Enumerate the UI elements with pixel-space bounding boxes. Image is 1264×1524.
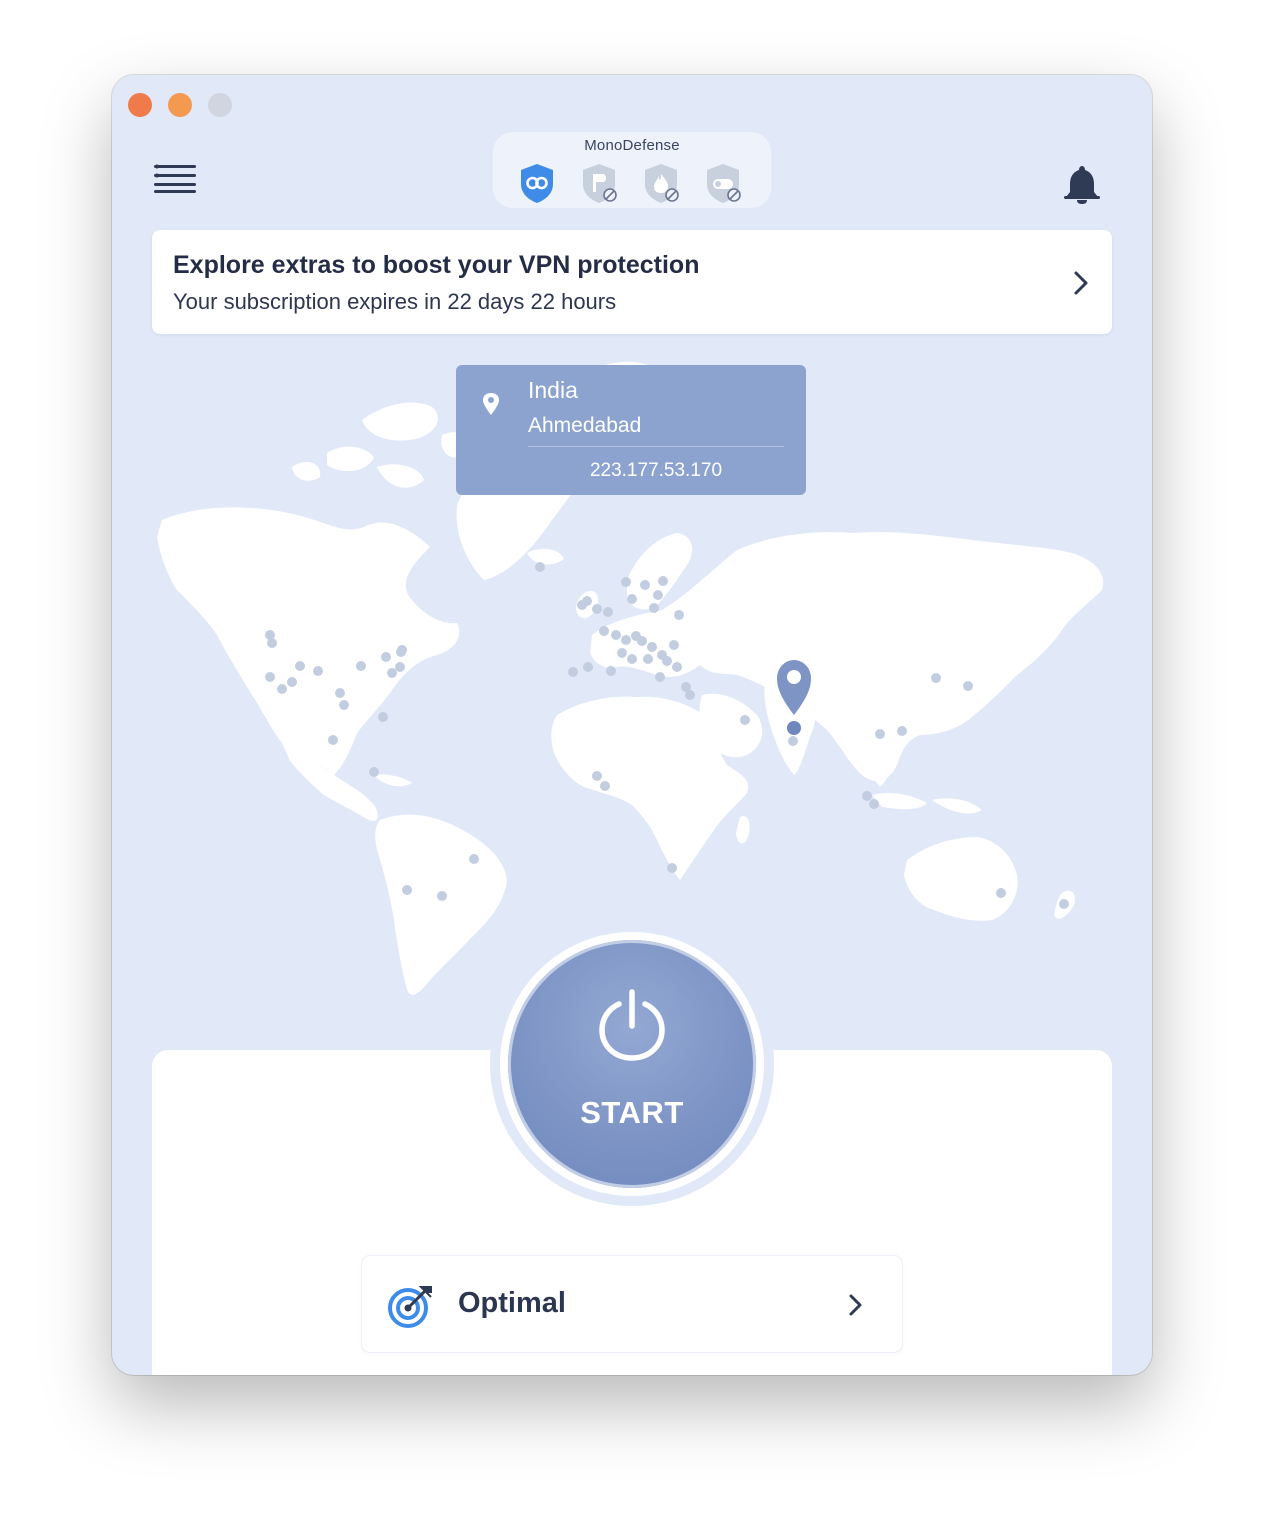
vpn-shield-icon[interactable]: [517, 162, 557, 204]
location-city: Ahmedabad: [528, 414, 642, 437]
dataspy-shield-icon[interactable]: [641, 162, 681, 204]
passwarden-shield-icon[interactable]: [579, 162, 619, 204]
protocol-selector[interactable]: Optimal: [362, 1256, 902, 1352]
banner-title: Explore extras to boost your VPN protect…: [173, 251, 700, 279]
location-pin-icon: [483, 393, 499, 415]
start-label: START: [580, 1095, 684, 1130]
location-country: India: [528, 377, 578, 403]
monodefense-title: MonoDefense: [584, 137, 680, 154]
banner-subtitle: Your subscription expires in 22 days 22 …: [173, 289, 617, 314]
hamburger-menu-icon[interactable]: [154, 163, 196, 193]
monodefense-switcher: MonoDefense: [493, 132, 771, 208]
protocol-label: Optimal: [458, 1287, 566, 1319]
location-divider: [528, 446, 784, 447]
chevron-right-icon: [1074, 271, 1088, 295]
location-card[interactable]: India Ahmedabad 223.177.53.170: [456, 365, 806, 495]
bell-icon[interactable]: [1062, 163, 1102, 205]
ip-address: 223.177.53.170: [589, 460, 723, 481]
vpn-app-window: MonoDefense Explore extras to boost your…: [112, 75, 1152, 1375]
start-button[interactable]: START: [508, 940, 756, 1188]
toggle-shield-icon[interactable]: [703, 162, 743, 204]
target-icon: [388, 1286, 432, 1328]
promo-banner[interactable]: Explore extras to boost your VPN protect…: [152, 230, 1112, 334]
power-icon: [599, 989, 665, 1061]
chevron-right-icon: [849, 1294, 862, 1316]
